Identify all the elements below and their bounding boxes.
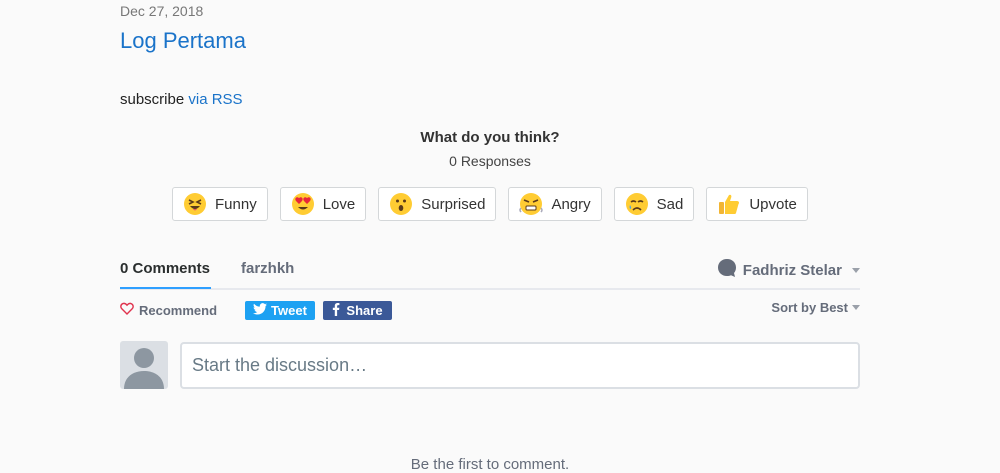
reactions-count: 0 Responses (449, 153, 531, 169)
comment-input-placeholder: Start the discussion… (192, 355, 368, 375)
reaction-surprised-button[interactable]: Surprised (378, 187, 497, 221)
comment-input[interactable]: Start the discussion… (180, 342, 860, 389)
reaction-upvote-button[interactable]: Upvote (706, 187, 808, 221)
reaction-label: Sad (656, 195, 684, 213)
chevron-down-icon (852, 267, 860, 273)
heart-eyes-icon (291, 192, 315, 216)
reaction-funny-button[interactable]: Funny (172, 187, 268, 221)
recommend-label: Recommend (139, 302, 218, 318)
funny-face-icon (183, 192, 207, 216)
rss-link[interactable]: via RSS (188, 91, 242, 108)
reaction-label: Angry (551, 195, 591, 213)
chevron-down-icon (852, 305, 860, 310)
post-date: Dec 27, 2018 (120, 3, 204, 19)
surprised-face-icon (389, 192, 413, 216)
reactions-bar: Funny Love Surprised Angry Sad Upvote (172, 187, 808, 223)
comment-actions: Recommend Tweet Share Sort by Best (120, 300, 860, 322)
comments-tabs: 0 Comments farzhkh Fadhriz Stelar (120, 256, 860, 290)
reaction-love-button[interactable]: Love (279, 187, 367, 221)
reactions-question: What do you think? (420, 129, 560, 146)
post-title-link[interactable]: Log Pertama (120, 28, 246, 54)
tab-comments[interactable]: 0 Comments (120, 260, 211, 289)
share-button[interactable]: Share (323, 301, 392, 320)
user-name: Fadhriz Stelar (742, 261, 842, 279)
tab-community[interactable]: farzhkh (241, 260, 294, 277)
reaction-label: Surprised (421, 195, 486, 213)
sort-dropdown[interactable]: Sort by Best (771, 300, 860, 315)
avatar (120, 341, 168, 389)
facebook-f-icon (332, 302, 340, 319)
chat-bubble-icon (717, 258, 737, 282)
reaction-sad-button[interactable]: Sad (613, 187, 695, 221)
default-avatar-icon (124, 348, 164, 389)
tweet-button[interactable]: Tweet (245, 301, 315, 320)
reaction-angry-button[interactable]: Angry (508, 187, 602, 221)
sort-label: Sort by Best (771, 300, 848, 315)
reaction-label: Funny (215, 195, 257, 213)
sad-face-icon (625, 192, 649, 216)
reaction-label: Upvote (749, 195, 797, 213)
twitter-bird-icon (253, 303, 268, 318)
recommend-button[interactable]: Recommend (120, 302, 217, 318)
share-label: Share (346, 303, 383, 318)
thumbs-up-icon (717, 192, 741, 216)
tweet-label: Tweet (271, 303, 307, 318)
heart-icon (120, 302, 134, 318)
subscribe-prefix: subscribe (120, 91, 189, 108)
reaction-label: Love (322, 195, 356, 213)
user-menu[interactable]: Fadhriz Stelar (717, 258, 860, 282)
angry-face-icon (519, 192, 544, 216)
subscribe-line: subscribe via RSS (120, 91, 243, 108)
